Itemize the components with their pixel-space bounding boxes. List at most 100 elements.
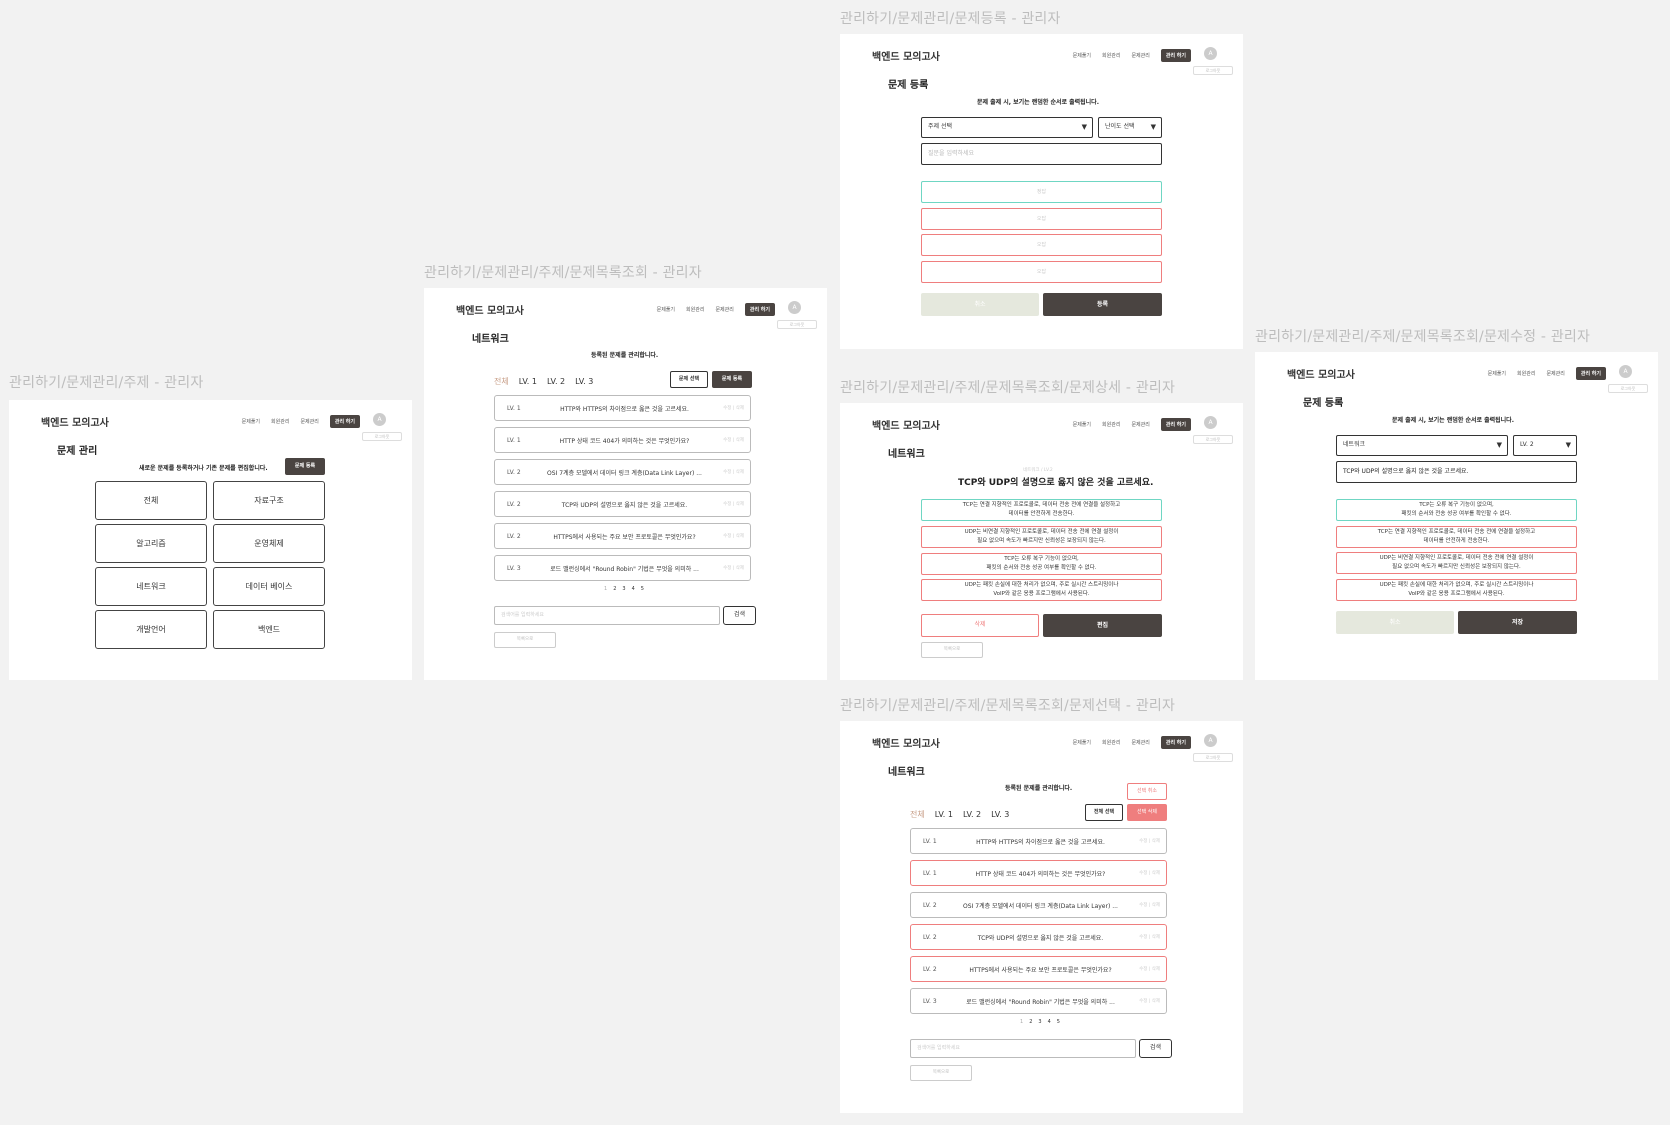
nav-problems[interactable]: 문제관리 [1131, 739, 1149, 746]
page-link[interactable]: 1 [604, 586, 607, 592]
level-select[interactable]: 난이도 선택 ▼ [1098, 117, 1162, 138]
category-all[interactable]: 전체 [95, 481, 207, 520]
select-problem-button[interactable]: 문제 선택 [670, 371, 708, 388]
page-link[interactable]: 5 [641, 586, 644, 592]
nav-members[interactable]: 회원관리 [1102, 739, 1120, 746]
row-actions[interactable]: 수정 | 삭제 [1124, 838, 1166, 844]
level-select[interactable]: LV. 2 ▼ [1513, 435, 1577, 456]
nav-solve[interactable]: 문제풀기 [1073, 52, 1091, 59]
search-input[interactable]: 검색어를 입력하세요 [494, 606, 720, 625]
delete-selected-button[interactable]: 선택 삭제 [1127, 804, 1167, 821]
nav-members[interactable]: 회원관리 [1517, 370, 1535, 377]
nav-manage[interactable]: 관리 하기 [744, 303, 775, 316]
wrong-answer-input[interactable]: UDP는 패킷 손실에 대한 처리가 없으며, 주로 실시간 스트리밍이나 Vo… [1336, 579, 1577, 601]
topic-select[interactable]: 네트워크 ▼ [1336, 435, 1508, 456]
cancel-button[interactable]: 취소 [1336, 611, 1454, 634]
category-database[interactable]: 데이터 베이스 [213, 567, 325, 606]
table-row[interactable]: LV. 2 HTTPS에서 사용되는 주요 보안 프로토콜은 무엇인가요? 수정 |… [494, 523, 751, 549]
category-os[interactable]: 운영체제 [213, 524, 325, 563]
page-link[interactable]: 4 [1048, 1019, 1051, 1025]
select-all-button[interactable]: 전체 선택 [1085, 804, 1123, 821]
row-actions[interactable]: 수정 | 삭제 [708, 501, 750, 507]
wrong-answer-input[interactable]: 오답 [921, 208, 1162, 230]
row-actions[interactable]: 수정 | 삭제 [708, 437, 750, 443]
nav-manage[interactable]: 관리 하기 [329, 415, 360, 428]
page-link[interactable]: 3 [1038, 1019, 1041, 1025]
tab-lv2[interactable]: LV. 2 [547, 377, 565, 386]
nav-solve[interactable]: 문제풀기 [1073, 739, 1091, 746]
avatar[interactable]: A [788, 301, 801, 314]
logout-button[interactable]: 로그아웃 [1193, 753, 1233, 762]
topic-select[interactable]: 주제 선택 ▼ [921, 117, 1093, 138]
search-button[interactable]: 검색 [1139, 1039, 1172, 1058]
page-link[interactable]: 4 [632, 586, 635, 592]
back-to-list-button[interactable]: 목록으로 [921, 642, 983, 658]
table-row[interactable]: LV. 3 로드 밸런싱에서 "Round Robin" 기법은 무엇을 의미하 … [494, 555, 751, 581]
table-row[interactable]: LV. 2 OSI 7계층 모델에서 데이터 링크 계층(Data Link La… [494, 459, 751, 485]
nav-problems[interactable]: 문제관리 [1131, 421, 1149, 428]
back-to-list-button[interactable]: 목록으로 [910, 1065, 972, 1081]
row-actions[interactable]: 수정 | 삭제 [1124, 870, 1166, 876]
page-link[interactable]: 3 [622, 586, 625, 592]
avatar[interactable]: A [373, 413, 386, 426]
tab-lv3[interactable]: LV. 3 [575, 377, 593, 386]
category-data-structure[interactable]: 자료구조 [213, 481, 325, 520]
page-link[interactable]: 1 [1020, 1019, 1023, 1025]
nav-problems[interactable]: 문제관리 [1546, 370, 1564, 377]
table-row[interactable]: LV. 1 HTTP와 HTTPS의 차이점으로 옳은 것을 고르세요. 수정 | … [494, 395, 751, 421]
question-input[interactable]: TCP와 UDP의 설명으로 옳지 않은 것을 고르세요. [1336, 461, 1577, 483]
nav-solve[interactable]: 문제풀기 [657, 306, 675, 313]
logout-button[interactable]: 로그아웃 [362, 432, 402, 441]
table-row[interactable]: LV. 1 HTTP 상태 코드 404가 의미하는 것은 무엇인가요? 수정 | … [494, 427, 751, 453]
wrong-answer-input[interactable]: 오답 [921, 234, 1162, 256]
nav-problems[interactable]: 문제관리 [300, 418, 318, 425]
table-row[interactable]: LV. 2 TCP와 UDP의 설명으로 옳지 않은 것을 고르세요. 수정 | 삭… [494, 491, 751, 517]
tab-all[interactable]: 전체 [910, 809, 925, 820]
page-link[interactable]: 2 [1029, 1019, 1032, 1025]
avatar[interactable]: A [1204, 416, 1217, 429]
nav-members[interactable]: 회원관리 [1102, 52, 1120, 59]
nav-members[interactable]: 회원관리 [271, 418, 289, 425]
nav-members[interactable]: 회원관리 [686, 306, 704, 313]
correct-answer-input[interactable]: 정답 [921, 181, 1162, 203]
row-actions[interactable]: 수정 | 삭제 [1124, 998, 1166, 1004]
table-row[interactable]: LV. 1 HTTP와 HTTPS의 차이점으로 옳은 것을 고르세요. 수정 | … [910, 828, 1167, 854]
table-row[interactable]: LV. 2 OSI 7계층 모델에서 데이터 링크 계층(Data Link La… [910, 892, 1167, 918]
delete-button[interactable]: 삭제 [921, 614, 1039, 637]
correct-answer-input[interactable]: TCP는 오류 복구 기능이 없으며, 패킷의 순서와 전송 성공 여부를 확인… [1336, 499, 1577, 521]
question-input[interactable]: 질문을 입력하세요 [921, 143, 1162, 165]
category-network[interactable]: 네트워크 [95, 567, 207, 606]
cancel-button[interactable]: 취소 [921, 293, 1039, 316]
category-backend[interactable]: 백엔드 [213, 610, 325, 649]
table-row-selected[interactable]: LV. 1 HTTP 상태 코드 404가 의미하는 것은 무엇인가요? 수정 | … [910, 860, 1167, 886]
row-actions[interactable]: 수정 | 삭제 [1124, 902, 1166, 908]
category-algorithm[interactable]: 알고리즘 [95, 524, 207, 563]
table-row[interactable]: LV. 3 로드 밸런싱에서 "Round Robin" 기법은 무엇을 의미하 … [910, 988, 1167, 1014]
tab-lv1[interactable]: LV. 1 [519, 377, 537, 386]
logout-button[interactable]: 로그아웃 [1193, 66, 1233, 75]
row-actions[interactable]: 수정 | 삭제 [708, 565, 750, 571]
add-problem-button[interactable]: 문제 등록 [285, 458, 325, 475]
logout-button[interactable]: 로그아웃 [1608, 384, 1648, 393]
nav-solve[interactable]: 문제풀기 [1073, 421, 1091, 428]
tab-lv1[interactable]: LV. 1 [935, 810, 953, 819]
wrong-answer-input[interactable]: TCP는 연결 지향적인 프로토콜로, 데이터 전송 전에 연결을 설정하고 데… [1336, 526, 1577, 548]
avatar[interactable]: A [1204, 47, 1217, 60]
row-actions[interactable]: 수정 | 삭제 [708, 533, 750, 539]
tab-lv3[interactable]: LV. 3 [991, 810, 1009, 819]
nav-problems[interactable]: 문제관리 [715, 306, 733, 313]
row-actions[interactable]: 수정 | 삭제 [708, 405, 750, 411]
search-button[interactable]: 검색 [723, 606, 756, 625]
avatar[interactable]: A [1204, 734, 1217, 747]
tab-lv2[interactable]: LV. 2 [963, 810, 981, 819]
logout-button[interactable]: 로그아웃 [777, 320, 817, 329]
logout-button[interactable]: 로그아웃 [1193, 435, 1233, 444]
wrong-answer-input[interactable]: 오답 [921, 261, 1162, 283]
nav-manage[interactable]: 관리 하기 [1160, 736, 1191, 749]
page-link[interactable]: 2 [613, 586, 616, 592]
edit-button[interactable]: 편집 [1043, 614, 1162, 637]
cancel-selection-button[interactable]: 선택 취소 [1127, 783, 1167, 800]
table-row-selected[interactable]: LV. 2 TCP와 UDP의 설명으로 옳지 않은 것을 고르세요. 수정 | 삭… [910, 924, 1167, 950]
row-actions[interactable]: 수정 | 삭제 [708, 469, 750, 475]
nav-manage[interactable]: 관리 하기 [1575, 367, 1606, 380]
